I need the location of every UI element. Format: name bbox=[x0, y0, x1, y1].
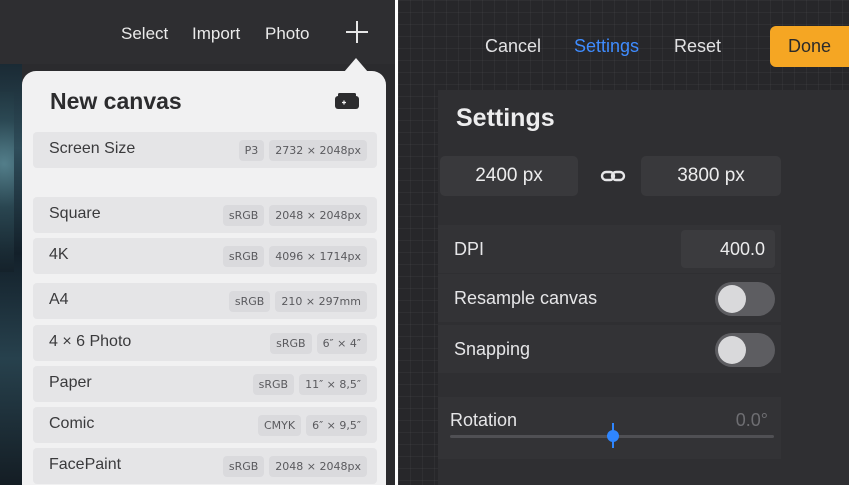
canvas-settings-panel: Cancel Settings Reset Done Settings 2400… bbox=[398, 0, 849, 485]
popover-arrow bbox=[344, 58, 368, 72]
dpi-label: DPI bbox=[454, 239, 485, 259]
preset-row-facepaint[interactable]: FacePaint sRGB 2048 × 2048px bbox=[33, 448, 377, 484]
reset-button[interactable]: Reset bbox=[674, 36, 721, 57]
gallery-toolbar: Select Import Photo bbox=[0, 0, 395, 64]
new-canvas-icon[interactable] bbox=[334, 92, 360, 110]
color-profile-badge: sRGB bbox=[222, 456, 265, 477]
width-field[interactable]: 2400 px bbox=[440, 156, 578, 196]
cancel-button[interactable]: Cancel bbox=[485, 36, 541, 57]
preset-row-screen-size[interactable]: Screen Size P3 2732 × 2048px bbox=[33, 132, 377, 168]
done-button[interactable]: Done bbox=[770, 26, 849, 67]
rotation-value: 0.0° bbox=[735, 410, 768, 430]
tab-settings[interactable]: Settings bbox=[574, 36, 639, 57]
dimensions-badge: 2048 × 2048px bbox=[269, 456, 367, 477]
select-button[interactable]: Select bbox=[121, 24, 168, 44]
preset-row-paper[interactable]: Paper sRGB 11″ × 8,5″ bbox=[33, 366, 377, 402]
preset-row-square[interactable]: Square sRGB 2048 × 2048px bbox=[33, 197, 377, 233]
color-profile-badge: P3 bbox=[238, 140, 265, 161]
preset-row-4k[interactable]: 4K sRGB 4096 × 1714px bbox=[33, 238, 377, 274]
dimensions-badge: 11″ × 8,5″ bbox=[299, 374, 367, 395]
dimensions-badge: 6″ × 9,5″ bbox=[306, 415, 367, 436]
resample-canvas-row: Resample canvas bbox=[438, 274, 781, 322]
preset-row-4x6-photo[interactable]: 4 × 6 Photo sRGB 6″ × 4″ bbox=[33, 325, 377, 361]
preset-row-a4[interactable]: A4 sRGB 210 × 297mm bbox=[33, 283, 377, 319]
color-profile-badge: sRGB bbox=[252, 374, 295, 395]
color-profile-badge: CMYK bbox=[257, 415, 302, 436]
settings-toolbar: Cancel Settings Reset Done bbox=[398, 0, 849, 90]
link-icon[interactable] bbox=[600, 163, 626, 189]
snapping-label: Snapping bbox=[454, 339, 531, 359]
dimensions-badge: 210 × 297mm bbox=[275, 291, 367, 312]
dpi-row: DPI 400.0 bbox=[438, 225, 781, 273]
dpi-input[interactable]: 400.0 bbox=[681, 230, 775, 268]
dimensions-badge: 2048 × 2048px bbox=[269, 205, 367, 226]
dimensions-badge: 6″ × 4″ bbox=[316, 333, 367, 354]
preset-name: A4 bbox=[49, 291, 69, 308]
color-profile-badge: sRGB bbox=[270, 333, 312, 354]
preset-name: FacePaint bbox=[49, 456, 122, 473]
rotation-label: Rotation bbox=[450, 410, 518, 430]
preset-name: Screen Size bbox=[49, 140, 136, 157]
photo-button[interactable]: Photo bbox=[265, 24, 309, 44]
toggle-knob bbox=[718, 285, 746, 313]
snapping-toggle[interactable] bbox=[715, 333, 775, 367]
new-canvas-popover: New canvas Screen Size P3 2732 × 2048px … bbox=[22, 71, 386, 485]
popover-title: New canvas bbox=[50, 88, 182, 114]
page-title: Settings bbox=[456, 104, 555, 132]
height-field[interactable]: 3800 px bbox=[641, 156, 781, 196]
plus-icon[interactable] bbox=[342, 17, 372, 47]
preset-name: Paper bbox=[49, 374, 92, 391]
color-profile-badge: sRGB bbox=[222, 246, 265, 267]
import-button[interactable]: Import bbox=[192, 24, 240, 44]
snapping-row: Snapping bbox=[438, 325, 781, 373]
toggle-knob bbox=[718, 336, 746, 364]
dimensions-badge: 4096 × 1714px bbox=[269, 246, 367, 267]
color-profile-badge: sRGB bbox=[228, 291, 271, 312]
resample-canvas-toggle[interactable] bbox=[715, 282, 775, 316]
preset-row-comic[interactable]: Comic CMYK 6″ × 9,5″ bbox=[33, 407, 377, 443]
canvas-gallery-panel: Select Import Photo New canvas Screen Si… bbox=[0, 0, 395, 485]
preset-name: 4K bbox=[49, 246, 69, 263]
preset-name: 4 × 6 Photo bbox=[49, 333, 132, 350]
preset-name: Square bbox=[49, 205, 101, 222]
preset-name: Comic bbox=[49, 415, 95, 432]
dimensions-badge: 2732 × 2048px bbox=[269, 140, 367, 161]
rotation-slider-thumb[interactable] bbox=[607, 430, 619, 442]
artwork-thumbnail-detail bbox=[0, 92, 14, 272]
resample-canvas-label: Resample canvas bbox=[454, 288, 598, 308]
color-profile-badge: sRGB bbox=[222, 205, 265, 226]
